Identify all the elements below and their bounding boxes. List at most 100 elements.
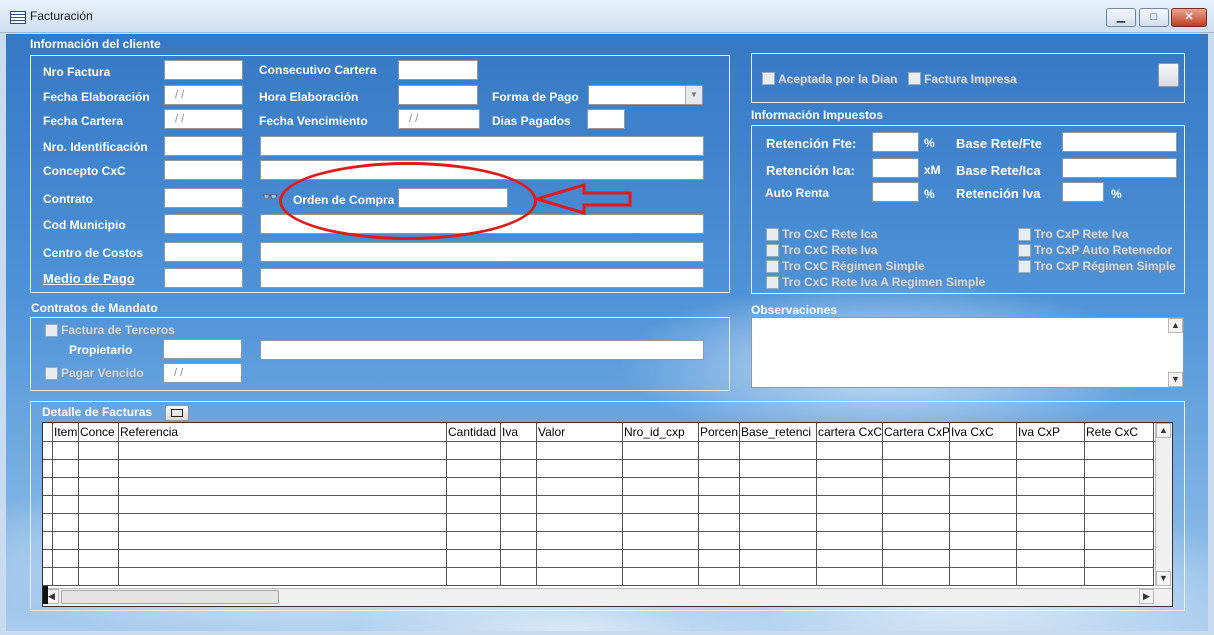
table-row[interactable] bbox=[43, 531, 1153, 532]
column-header[interactable]: Valor bbox=[537, 423, 623, 441]
scroll-down-icon[interactable]: ▼ bbox=[1168, 372, 1183, 387]
contrato-input[interactable] bbox=[164, 188, 243, 208]
retencion-ica-unit: xM bbox=[924, 163, 941, 177]
scroll-right-icon[interactable]: ▶ bbox=[1139, 589, 1154, 604]
tro-cxp-regimen-simple-checkbox[interactable] bbox=[1018, 260, 1031, 273]
column-header[interactable]: Conce bbox=[79, 423, 119, 441]
retencion-iva-input[interactable] bbox=[1062, 182, 1104, 202]
title-bar: Facturación ▁ □ ✕ bbox=[0, 0, 1214, 33]
tro-cxp-auto-retenedor-checkbox[interactable] bbox=[1018, 244, 1031, 257]
table-row[interactable] bbox=[43, 495, 1153, 496]
centro-costos-input[interactable] bbox=[164, 242, 243, 262]
forma-pago-select[interactable]: ▼ bbox=[588, 85, 703, 105]
horizontal-scrollbar[interactable]: ◀ ▶ bbox=[43, 588, 1172, 606]
fecha-vencimiento-label: Fecha Vencimiento bbox=[259, 114, 368, 128]
fecha-elaboracion-input[interactable]: / / bbox=[164, 85, 243, 105]
retencion-iva-label: Retención Iva bbox=[956, 186, 1041, 201]
detalle-grid[interactable]: Item Conce Referencia Cantidad Iva Valor Nro_i… bbox=[42, 422, 1173, 607]
centro-costos-description[interactable] bbox=[260, 242, 704, 262]
propietario-input[interactable] bbox=[163, 339, 242, 359]
aceptada-dian-checkbox[interactable] bbox=[762, 72, 775, 85]
tro-cxc-regimen-simple-checkbox[interactable] bbox=[766, 260, 779, 273]
vertical-scrollbar[interactable]: ▲ ▼ bbox=[1155, 423, 1172, 586]
table-row[interactable] bbox=[43, 513, 1153, 514]
observaciones-textarea[interactable]: ▲ ▼ bbox=[751, 317, 1184, 388]
propietario-name-field[interactable] bbox=[260, 340, 704, 360]
pagar-vencido-label: Pagar Vencido bbox=[61, 366, 144, 380]
retencion-fte-pct: % bbox=[924, 136, 935, 150]
column-header[interactable]: cartera CxC bbox=[817, 423, 883, 441]
factura-impresa-checkbox[interactable] bbox=[908, 72, 921, 85]
table-row[interactable] bbox=[43, 549, 1153, 550]
column-header[interactable]: Cantidad bbox=[447, 423, 501, 441]
mandato-section-title: Contratos de Mandato bbox=[31, 301, 158, 315]
base-rete-ica-label: Base Rete/Ica bbox=[956, 163, 1041, 178]
cod-municipio-label: Cod Municipio bbox=[43, 218, 126, 232]
factura-terceros-checkbox[interactable] bbox=[45, 324, 58, 337]
column-header[interactable]: Nro_id_cxp bbox=[623, 423, 699, 441]
scroll-up-icon[interactable]: ▲ bbox=[1168, 318, 1183, 333]
medio-pago-description[interactable] bbox=[260, 268, 704, 288]
scroll-thumb[interactable] bbox=[61, 590, 279, 604]
table-row[interactable] bbox=[43, 477, 1153, 478]
cod-municipio-input[interactable] bbox=[164, 214, 243, 234]
column-header[interactable]: Iva bbox=[501, 423, 537, 441]
table-row[interactable] bbox=[43, 459, 1153, 460]
scroll-up-icon[interactable]: ▲ bbox=[1156, 423, 1171, 438]
dias-pagados-input[interactable] bbox=[587, 109, 625, 129]
close-button[interactable]: ✕ bbox=[1171, 8, 1207, 27]
column-header[interactable]: Porcen bbox=[699, 423, 740, 441]
window-icon bbox=[171, 409, 183, 417]
column-header[interactable]: Base_retenci bbox=[740, 423, 817, 441]
tro-cxc-rete-iva-label: Tro CxC Rete Iva bbox=[782, 243, 878, 257]
centro-costos-label: Centro de Costos bbox=[43, 246, 144, 260]
concepto-cxc-input[interactable] bbox=[164, 160, 243, 180]
minimize-button[interactable]: ▁ bbox=[1106, 8, 1136, 27]
nro-identificacion-label: Nro. Identificación bbox=[43, 140, 148, 154]
consecutivo-cartera-input[interactable] bbox=[398, 60, 478, 80]
fecha-cartera-input[interactable]: / / bbox=[164, 109, 243, 129]
form-content: Información del cliente Nro Factura Fech… bbox=[6, 34, 1208, 631]
column-header[interactable]: Item bbox=[53, 423, 79, 441]
factura-terceros-label: Factura de Terceros bbox=[61, 323, 175, 337]
nombre-cliente-field[interactable] bbox=[260, 136, 704, 156]
base-rete-fte-input[interactable] bbox=[1062, 132, 1177, 152]
base-rete-ica-input[interactable] bbox=[1062, 158, 1177, 178]
tro-cxc-rete-iva-checkbox[interactable] bbox=[766, 244, 779, 257]
concepto-cxc-label: Concepto CxC bbox=[43, 164, 126, 178]
facturacion-window: Facturación ▁ □ ✕ Información del client… bbox=[0, 0, 1214, 635]
retencion-fte-input[interactable] bbox=[872, 132, 919, 152]
dias-pagados-label: Dias Pagados bbox=[492, 114, 571, 128]
consecutivo-cartera-label: Consecutivo Cartera bbox=[259, 63, 377, 77]
factura-impresa-label: Factura Impresa bbox=[924, 72, 1017, 86]
table-row[interactable] bbox=[43, 585, 1153, 586]
auto-renta-input[interactable] bbox=[872, 182, 919, 202]
tro-cxc-rete-ica-checkbox[interactable] bbox=[766, 228, 779, 241]
tro-cxp-rete-iva-checkbox[interactable] bbox=[1018, 228, 1031, 241]
detalle-button[interactable] bbox=[165, 405, 189, 421]
medio-pago-input[interactable] bbox=[164, 268, 243, 288]
column-header[interactable]: Referencia bbox=[119, 423, 447, 441]
column-header[interactable]: Cartera CxP bbox=[883, 423, 950, 441]
binoculars-icon[interactable]: 👓 bbox=[262, 189, 278, 205]
column-header[interactable]: Rete CxC bbox=[1085, 423, 1154, 441]
tro-cxc-rete-iva-regimen-checkbox[interactable] bbox=[766, 276, 779, 289]
table-row[interactable] bbox=[43, 567, 1153, 568]
scroll-down-icon[interactable]: ▼ bbox=[1156, 571, 1171, 586]
nro-factura-input[interactable] bbox=[164, 60, 243, 80]
column-header[interactable]: Iva CxP bbox=[1017, 423, 1085, 441]
column-header[interactable]: Iva CxC bbox=[950, 423, 1017, 441]
medio-pago-link[interactable]: Medio de Pago bbox=[43, 271, 135, 286]
nro-identificacion-input[interactable] bbox=[164, 136, 243, 156]
auto-renta-label: Auto Renta bbox=[765, 186, 829, 200]
pagar-vencido-date[interactable]: / / bbox=[163, 363, 242, 383]
pagar-vencido-checkbox[interactable] bbox=[45, 367, 58, 380]
chevron-down-icon[interactable]: ▼ bbox=[685, 86, 702, 104]
fecha-vencimiento-input[interactable]: / / bbox=[398, 109, 480, 129]
grid-header: Item Conce Referencia Cantidad Iva Valor Nro_i… bbox=[43, 423, 1172, 442]
retencion-ica-input[interactable] bbox=[872, 158, 919, 178]
hora-elaboracion-input[interactable] bbox=[398, 85, 478, 105]
grid-corner bbox=[43, 586, 48, 604]
restore-button[interactable]: □ bbox=[1139, 8, 1169, 27]
status-action-button[interactable] bbox=[1158, 63, 1179, 87]
